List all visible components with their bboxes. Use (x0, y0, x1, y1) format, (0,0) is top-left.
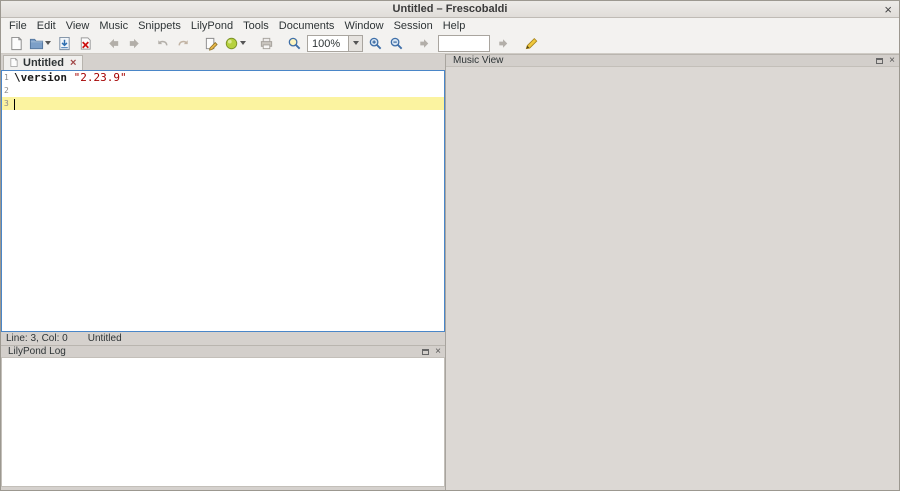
zoom-level-value: 100% (308, 36, 348, 51)
open-dropdown-caret-icon (45, 41, 51, 45)
new-document-icon (9, 36, 24, 51)
code-editor[interactable]: 1 \version "2.23.9" 2 3 (1, 70, 445, 332)
zoom-combobox[interactable]: 100% (307, 35, 363, 52)
version-string: "2.23.9" (74, 71, 127, 84)
zoom-in-icon (368, 36, 383, 51)
lilypond-log-title: LilyPond Log (5, 346, 416, 357)
zoom-in-button[interactable] (365, 34, 385, 53)
undo-button[interactable] (152, 34, 172, 53)
edit-pencil-icon (204, 36, 219, 51)
redo-icon (176, 36, 191, 51)
zoom-out-icon (389, 36, 404, 51)
line-number: 3 (2, 97, 14, 110)
document-tab-bar: Untitled × (1, 54, 445, 70)
zoom-out-button[interactable] (386, 34, 406, 53)
open-folder-icon (29, 36, 44, 51)
tab-label: Untitled (23, 57, 64, 69)
close-panel-button[interactable]: × (435, 347, 441, 357)
float-panel-button[interactable] (422, 349, 429, 355)
go-forward-button[interactable] (124, 34, 144, 53)
menu-lilypond[interactable]: LilyPond (186, 19, 238, 33)
lilypond-log-header: LilyPond Log × (1, 345, 445, 358)
window-title: Untitled – Frescobaldi (393, 3, 508, 15)
menu-help[interactable]: Help (438, 19, 471, 33)
cursor-position: Line: 3, Col: 0 (1, 333, 68, 344)
lilypond-log-panel: LilyPond Log × (1, 345, 445, 487)
line-number: 1 (2, 71, 14, 84)
forward-arrow-icon (127, 36, 142, 51)
music-view-header: Music View × (446, 54, 899, 67)
close-document-button[interactable] (75, 34, 95, 53)
toolbar: 100% (1, 33, 899, 54)
menu-window[interactable]: Window (339, 19, 388, 33)
next-page-button[interactable] (414, 34, 434, 53)
menu-edit[interactable]: Edit (32, 19, 61, 33)
next-page-arrow-icon (417, 36, 432, 51)
menu-view[interactable]: View (61, 19, 95, 33)
titlebar: Untitled – Frescobaldi × (1, 1, 899, 18)
menu-snippets[interactable]: Snippets (133, 19, 186, 33)
page-number-input[interactable] (438, 35, 490, 52)
save-document-button[interactable] (54, 34, 74, 53)
engrave-button[interactable] (222, 34, 248, 53)
highlight-button[interactable] (521, 34, 541, 53)
close-document-icon (78, 36, 93, 51)
menu-session[interactable]: Session (389, 19, 438, 33)
back-arrow-icon (106, 36, 121, 51)
close-panel-button[interactable]: × (889, 56, 895, 66)
menu-music[interactable]: Music (94, 19, 133, 33)
music-view-content (446, 67, 899, 490)
printer-icon (259, 36, 274, 51)
menu-file[interactable]: File (4, 19, 32, 33)
menu-tools[interactable]: Tools (238, 19, 274, 33)
menubar: File Edit View Music Snippets LilyPond T… (1, 18, 899, 33)
status-bar: Line: 3, Col: 0 Untitled (1, 332, 445, 345)
keyword-version: \version (14, 71, 67, 84)
code-line-3-current: 3 (2, 97, 444, 110)
music-view-panel: Music View × (445, 54, 899, 490)
float-panel-icon (422, 349, 429, 355)
print-button[interactable] (256, 34, 276, 53)
save-icon (57, 36, 72, 51)
redo-button[interactable] (173, 34, 193, 53)
undo-icon (155, 36, 170, 51)
document-icon (9, 57, 19, 68)
line-number: 2 (2, 84, 14, 97)
music-view-title: Music View (450, 55, 870, 66)
yellow-pencil-icon (524, 36, 539, 51)
zoom-music-button[interactable] (284, 34, 304, 53)
lilypond-log-content (1, 358, 445, 487)
edit-in-place-button[interactable] (201, 34, 221, 53)
float-panel-button[interactable] (876, 58, 883, 64)
magnifier-icon (287, 36, 302, 51)
code-line-1: 1 \version "2.23.9" (2, 71, 444, 84)
frescobaldi-window: Untitled – Frescobaldi × File Edit View … (0, 0, 900, 491)
code-line-2: 2 (2, 84, 444, 97)
zoom-dropdown-caret-icon (353, 41, 359, 45)
text-cursor (14, 99, 15, 110)
jump-arrow-icon (496, 36, 511, 51)
lilypond-ball-icon (224, 36, 239, 51)
tab-untitled[interactable]: Untitled × (3, 55, 83, 70)
go-back-button[interactable] (103, 34, 123, 53)
window-close-button[interactable]: × (884, 2, 892, 17)
engrave-dropdown-caret-icon (240, 41, 246, 45)
zoom-dropdown-button[interactable] (348, 36, 362, 51)
new-document-button[interactable] (6, 34, 26, 53)
jump-to-cursor-button[interactable] (493, 34, 513, 53)
menu-documents[interactable]: Documents (274, 19, 340, 33)
status-document-name: Untitled (88, 333, 122, 344)
open-document-button[interactable] (27, 34, 53, 53)
editor-column: Untitled × 1 \version "2.23.9" 2 3 (1, 54, 445, 490)
float-panel-icon (876, 58, 883, 64)
tab-close-icon[interactable]: × (70, 58, 76, 68)
main-area: Untitled × 1 \version "2.23.9" 2 3 (1, 54, 899, 490)
